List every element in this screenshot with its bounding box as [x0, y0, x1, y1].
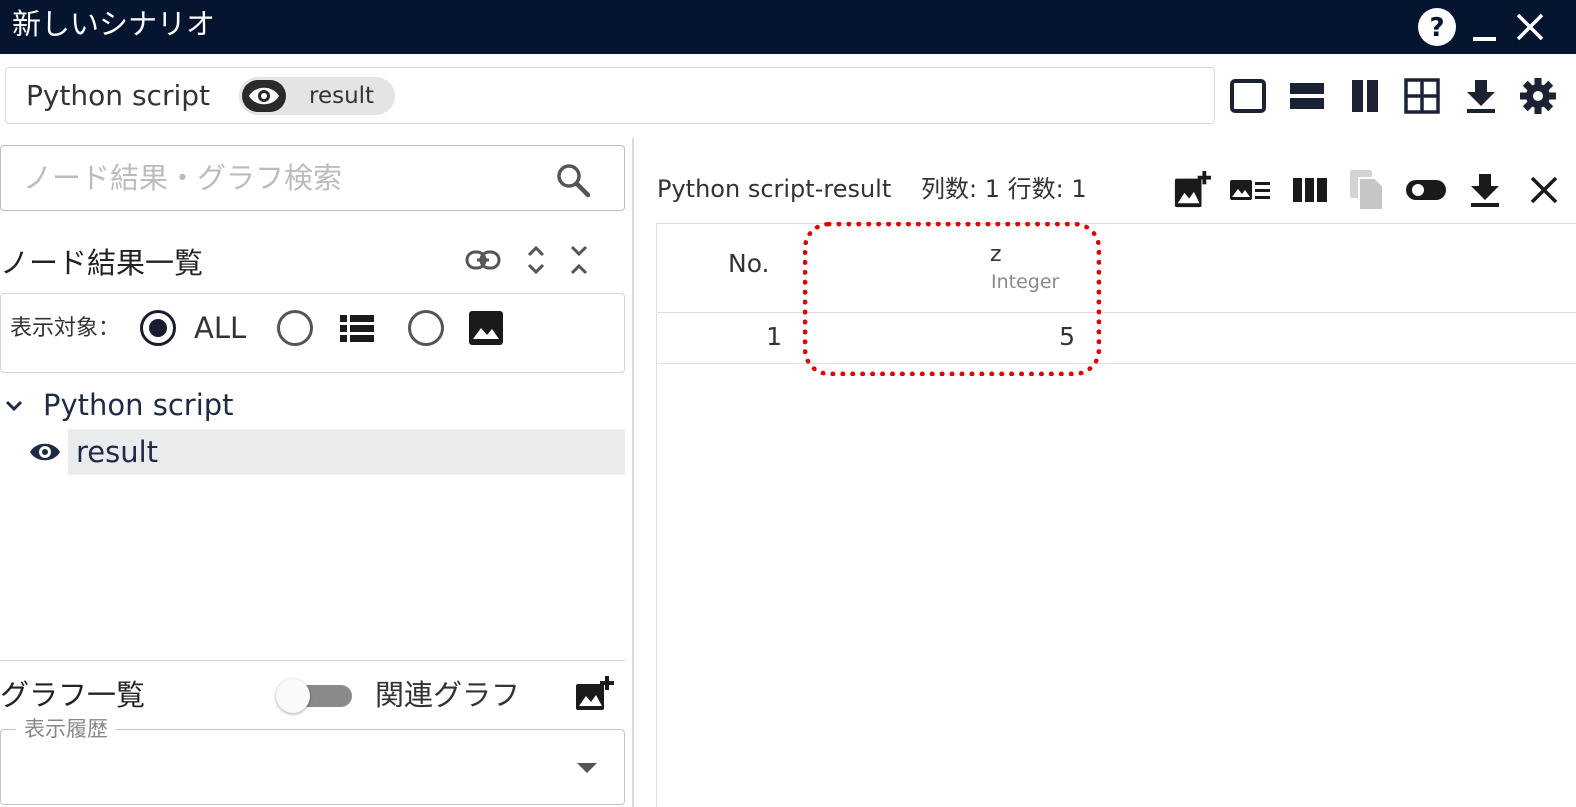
- related-graph-toggle[interactable]: [276, 679, 352, 713]
- chevron-down-icon[interactable]: [0, 388, 28, 424]
- collapse-all-icon[interactable]: [559, 240, 599, 280]
- related-graph-label: 関連グラフ: [375, 678, 521, 712]
- table-cell-z: 5: [1059, 322, 1075, 351]
- row-detail-icon[interactable]: [1228, 168, 1272, 212]
- column-type-z: Integer: [991, 271, 1060, 293]
- dropdown-arrow-icon: [574, 758, 600, 778]
- pane-splitter[interactable]: [632, 138, 634, 807]
- filter-radio-image[interactable]: [408, 310, 444, 346]
- grid-split-icon[interactable]: [1400, 74, 1444, 118]
- expand-all-icon[interactable]: [516, 240, 556, 280]
- result-chip[interactable]: result: [239, 77, 395, 115]
- single-pane-icon[interactable]: [1226, 74, 1270, 118]
- filter-radio-all[interactable]: [140, 310, 176, 346]
- copy-icon[interactable]: [1345, 168, 1389, 212]
- table-cell-no: 1: [766, 322, 782, 351]
- filter-label: 表示対象：: [10, 316, 121, 341]
- window-title: 新しいシナリオ: [12, 7, 216, 41]
- search-input[interactable]: [23, 156, 523, 200]
- columns-icon[interactable]: [1288, 168, 1332, 212]
- breadcrumb-node[interactable]: Python script: [26, 78, 210, 114]
- result-table: [656, 223, 1576, 807]
- column-header-z[interactable]: z: [990, 242, 1002, 268]
- table-row-separator: [657, 363, 1576, 364]
- filter-radio-table[interactable]: [277, 310, 313, 346]
- minimize-icon[interactable]: [1463, 5, 1507, 49]
- section-divider: [0, 660, 625, 661]
- search-icon[interactable]: [549, 156, 597, 204]
- link-icon[interactable]: [463, 240, 503, 280]
- history-label: 表示履歴: [16, 716, 116, 742]
- graph-list-title: グラフ一覧: [0, 678, 146, 712]
- add-chart-icon[interactable]: [1170, 168, 1214, 212]
- close-icon[interactable]: [1508, 5, 1552, 49]
- search-field: [0, 145, 625, 211]
- toggle-knob: [276, 679, 310, 713]
- title-bar: 新しいシナリオ ?: [0, 0, 1576, 54]
- download-icon[interactable]: [1459, 74, 1503, 118]
- vertical-split-icon[interactable]: [1343, 74, 1387, 118]
- image-icon: [466, 308, 506, 348]
- table-header-separator: [657, 312, 1576, 313]
- chip-label: result: [309, 83, 375, 109]
- filter-all-label: ALL: [194, 311, 247, 345]
- tree-node-result[interactable]: result: [76, 433, 158, 471]
- svg-text:?: ?: [1429, 13, 1444, 43]
- eye-icon: [242, 80, 286, 112]
- node-results-title: ノード結果一覧: [0, 246, 204, 280]
- close-panel-icon[interactable]: [1522, 168, 1566, 212]
- selection-breadcrumb: Python script result: [5, 67, 1215, 124]
- tree-node-python-script[interactable]: Python script: [43, 386, 234, 424]
- result-panel-counts: 列数: 1 行数: 1: [921, 175, 1087, 203]
- download-icon[interactable]: [1463, 168, 1507, 212]
- eye-icon[interactable]: [27, 436, 63, 468]
- table-list-icon: [337, 308, 377, 348]
- column-header-no[interactable]: No.: [728, 248, 770, 280]
- horizontal-split-icon[interactable]: [1285, 74, 1329, 118]
- help-icon[interactable]: ?: [1415, 5, 1459, 49]
- result-panel-title: Python script-result: [657, 175, 892, 203]
- display-filter: 表示対象： ALL: [0, 293, 625, 373]
- add-chart-icon[interactable]: [572, 674, 616, 714]
- settings-icon[interactable]: [1516, 74, 1560, 118]
- toggle-icon[interactable]: [1404, 168, 1448, 212]
